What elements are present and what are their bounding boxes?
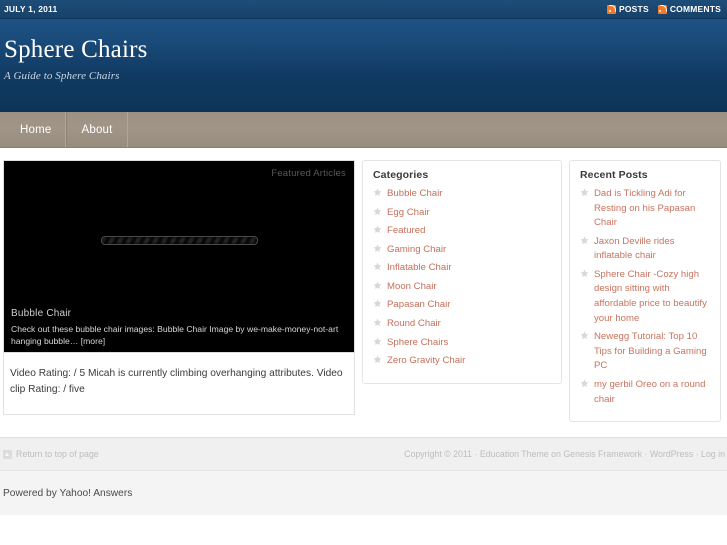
star-icon: [373, 225, 382, 234]
recent-post-link[interactable]: Sphere Chair -Cozy high design sitting w…: [594, 268, 710, 326]
category-link[interactable]: Egg Chair: [387, 206, 430, 221]
featured-post-caption: Bubble Chair Check out these bubble chai…: [4, 308, 354, 352]
list-item: my gerbil Oreo on a round chair: [580, 378, 710, 407]
star-icon: [373, 262, 382, 271]
categories-widget: Categories Bubble Chair Egg Chair Featur…: [362, 160, 562, 384]
star-icon: [373, 337, 382, 346]
star-icon: [373, 188, 382, 197]
rss-icon: [657, 4, 667, 14]
star-icon: [373, 318, 382, 327]
post-body-box: Video Rating: / 5 Micah is currently cli…: [3, 353, 355, 416]
footer-left: Return to top of page: [3, 449, 99, 459]
category-link[interactable]: Inflatable Chair: [387, 261, 452, 276]
list-item: Moon Chair: [373, 280, 551, 295]
star-icon: [580, 269, 589, 278]
nav-item-about[interactable]: About: [66, 112, 128, 147]
powered-by-strip: Powered by Yahoo! Answers: [0, 471, 727, 515]
post-body-text: Video Rating: / 5 Micah is currently cli…: [10, 368, 343, 396]
current-date: JULY 1, 2011: [4, 4, 58, 14]
list-item: Dad is Tickling Adi for Resting on his P…: [580, 187, 710, 231]
category-link[interactable]: Featured: [387, 224, 425, 239]
category-link[interactable]: Zero Gravity Chair: [387, 354, 465, 369]
posts-feed-link[interactable]: POSTS: [607, 4, 649, 14]
list-item: Papasan Chair: [373, 298, 551, 313]
top-utility-bar: JULY 1, 2011 POSTS COMMENTS: [0, 0, 727, 19]
recent-post-link[interactable]: Newegg Tutorial: Top 10 Tips for Buildin…: [594, 330, 710, 374]
featured-post-excerpt: Check out these bubble chair images: Bub…: [11, 323, 347, 347]
list-item: Jaxon Deville rides inflatable chair: [580, 235, 710, 264]
star-icon: [580, 236, 589, 245]
star-icon: [373, 244, 382, 253]
list-item: Egg Chair: [373, 206, 551, 221]
star-icon: [580, 331, 589, 340]
list-item: Inflatable Chair: [373, 261, 551, 276]
return-to-top-icon: [3, 449, 12, 459]
featured-post-title[interactable]: Bubble Chair: [11, 308, 347, 319]
featured-articles-heading: Featured Articles: [271, 168, 346, 179]
site-header: Sphere Chairs A Guide to Sphere Chairs: [0, 19, 727, 112]
category-link[interactable]: Sphere Chairs: [387, 336, 448, 351]
powered-by-text: Powered by Yahoo! Answers: [3, 487, 133, 499]
recent-posts-widget: Recent Posts Dad is Tickling Adi for Res…: [569, 160, 721, 423]
category-link[interactable]: Round Chair: [387, 317, 441, 332]
content-wrap: Featured Articles Bubble Chair Check out…: [0, 148, 727, 423]
category-link[interactable]: Papasan Chair: [387, 298, 450, 313]
main-navigation: Home About: [0, 112, 727, 148]
footer-copyright: Copyright © 2011 · Education Theme on Ge…: [404, 449, 725, 459]
category-link[interactable]: Moon Chair: [387, 280, 437, 295]
site-footer: Return to top of page Copyright © 2011 ·…: [0, 437, 727, 471]
recent-posts-widget-title: Recent Posts: [580, 169, 648, 181]
list-item: Sphere Chair -Cozy high design sitting w…: [580, 268, 710, 326]
category-link[interactable]: Bubble Chair: [387, 187, 442, 202]
read-more-link[interactable]: [more]: [81, 336, 105, 346]
categories-list: Bubble Chair Egg Chair Featured Gaming C…: [373, 187, 551, 369]
category-link[interactable]: Gaming Chair: [387, 243, 446, 258]
star-icon: [580, 379, 589, 388]
featured-excerpt-text: Check out these bubble chair images: Bub…: [11, 323, 339, 346]
list-item: Zero Gravity Chair: [373, 354, 551, 369]
recent-posts-list: Dad is Tickling Adi for Resting on his P…: [580, 187, 710, 407]
star-icon: [580, 188, 589, 197]
list-item: Gaming Chair: [373, 243, 551, 258]
feed-links: POSTS COMMENTS: [607, 4, 721, 14]
site-description: A Guide to Sphere Chairs: [4, 70, 120, 83]
video-player-stage[interactable]: [4, 185, 354, 295]
star-icon: [373, 355, 382, 364]
featured-articles-box: Featured Articles Bubble Chair Check out…: [3, 160, 355, 353]
page-tail-spacer: [0, 515, 727, 545]
video-loading-bar: [100, 235, 258, 245]
page-root: JULY 1, 2011 POSTS COMMENTS Sphere Chair…: [0, 0, 727, 545]
comments-feed-link[interactable]: COMMENTS: [657, 4, 721, 14]
main-content-column: Featured Articles Bubble Chair Check out…: [3, 160, 355, 416]
page-title[interactable]: Sphere Chairs: [4, 36, 727, 63]
posts-feed-label: POSTS: [619, 4, 649, 14]
list-item: Featured: [373, 224, 551, 239]
categories-widget-title: Categories: [373, 169, 429, 181]
nav-item-home[interactable]: Home: [6, 112, 67, 147]
list-item: Bubble Chair: [373, 187, 551, 202]
star-icon: [373, 281, 382, 290]
recent-post-link[interactable]: Dad is Tickling Adi for Resting on his P…: [594, 187, 710, 231]
list-item: Round Chair: [373, 317, 551, 332]
star-icon: [373, 207, 382, 216]
list-item: Sphere Chairs: [373, 336, 551, 351]
star-icon: [373, 299, 382, 308]
return-to-top-link[interactable]: Return to top of page: [16, 449, 99, 459]
recent-post-link[interactable]: my gerbil Oreo on a round chair: [594, 378, 710, 407]
list-item: Newegg Tutorial: Top 10 Tips for Buildin…: [580, 330, 710, 374]
comments-feed-label: COMMENTS: [669, 4, 721, 14]
rss-icon: [607, 4, 616, 14]
recent-post-link[interactable]: Jaxon Deville rides inflatable chair: [594, 235, 710, 264]
